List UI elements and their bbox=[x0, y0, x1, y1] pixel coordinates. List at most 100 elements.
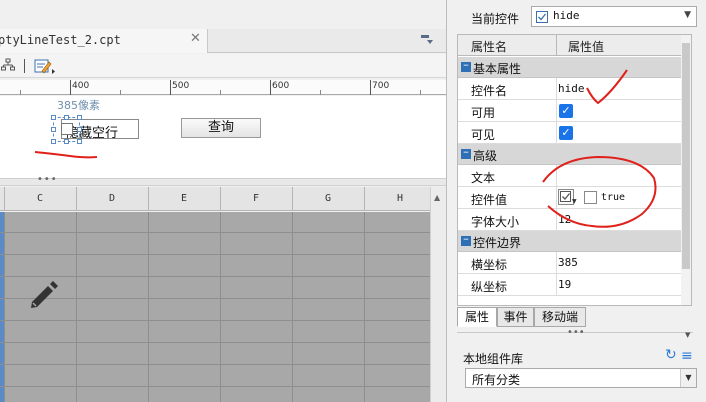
ruler-minor-tick bbox=[320, 90, 321, 95]
grip-icon: ••• bbox=[567, 327, 585, 338]
property-name: 可用 bbox=[471, 106, 496, 120]
grid-line bbox=[364, 212, 365, 402]
header-value: 属性值 bbox=[568, 40, 605, 54]
grid-line bbox=[0, 232, 430, 233]
collapse-icon[interactable]: − bbox=[461, 149, 471, 159]
form-canvas[interactable]: 385像素 隐藏空行 查询 bbox=[0, 96, 446, 178]
chevron-down-icon[interactable]: ▼ bbox=[680, 369, 696, 387]
grid-line bbox=[0, 364, 430, 365]
column-divider bbox=[556, 165, 557, 187]
column-header[interactable]: C bbox=[4, 193, 76, 204]
category-label: 控件边界 bbox=[473, 236, 522, 250]
chevron-down-icon[interactable]: ▼ bbox=[572, 198, 577, 205]
column-divider bbox=[556, 78, 557, 100]
column-header[interactable]: H bbox=[364, 193, 436, 204]
menu-icon[interactable]: ≡ bbox=[681, 348, 693, 364]
resize-handle[interactable] bbox=[51, 127, 56, 132]
property-row-font-size[interactable]: 字体大小 12 bbox=[458, 209, 691, 231]
resize-handle[interactable] bbox=[51, 115, 56, 120]
category-select[interactable]: 所有分类 ▼ bbox=[465, 368, 697, 388]
property-value[interactable]: 385 bbox=[558, 256, 578, 269]
ruler-tick bbox=[270, 80, 271, 95]
column-divider bbox=[556, 209, 557, 231]
collapse-icon[interactable]: − bbox=[461, 236, 471, 246]
column-divider bbox=[556, 274, 557, 296]
tab-properties[interactable]: 属性 bbox=[457, 307, 497, 327]
editor-toolbar bbox=[0, 54, 446, 78]
tab-list-icon[interactable] bbox=[420, 34, 434, 46]
category-bounds[interactable]: − 控件边界 bbox=[458, 231, 691, 252]
property-name: 文本 bbox=[471, 171, 496, 185]
panel-collapse-bar[interactable]: ••• ▼ bbox=[457, 327, 693, 342]
grid-line bbox=[0, 342, 430, 343]
collapse-caret-icon[interactable]: ▼ bbox=[685, 331, 690, 339]
scrollbar-thumb[interactable] bbox=[682, 43, 690, 269]
property-table-header: 属性名 属性值 bbox=[458, 35, 691, 56]
current-control-select[interactable]: hide ▼ bbox=[531, 6, 697, 27]
resize-handle[interactable] bbox=[77, 127, 82, 132]
property-row-x[interactable]: 横坐标 385 bbox=[458, 252, 691, 274]
property-table: 属性名 属性值 − 基本属性 控件名 hide 可用 ✓ 可见 ✓ − 高级 文… bbox=[457, 34, 692, 306]
resize-handle[interactable] bbox=[64, 139, 69, 144]
resize-handle[interactable] bbox=[77, 139, 82, 144]
property-value[interactable]: hide bbox=[558, 82, 585, 95]
column-header[interactable]: E bbox=[148, 193, 220, 204]
chevron-down-icon[interactable]: ▼ bbox=[684, 10, 691, 20]
property-row-enabled[interactable]: 可用 ✓ bbox=[458, 100, 691, 122]
tab-events[interactable]: 事件 bbox=[497, 307, 534, 327]
property-panel: 当前控件 hide ▼ 属性名 属性值 − 基本属性 控件名 hide 可用 ✓ bbox=[446, 0, 706, 402]
horizontal-ruler: 400 500 600 700 bbox=[0, 80, 446, 95]
grid-line bbox=[0, 386, 430, 387]
resize-handle[interactable] bbox=[51, 139, 56, 144]
property-row-text[interactable]: 文本 bbox=[458, 165, 691, 187]
ruler-minor-tick bbox=[120, 90, 121, 95]
hierarchy-icon[interactable] bbox=[1, 58, 15, 72]
resize-handle[interactable] bbox=[77, 115, 82, 120]
grid-line bbox=[0, 276, 430, 277]
property-name: 控件值 bbox=[471, 193, 508, 207]
checkbox-widget-icon bbox=[536, 11, 548, 23]
checkbox-type-icon bbox=[560, 191, 571, 202]
ruler-label: 400 bbox=[72, 81, 90, 91]
ruler-label: 600 bbox=[272, 81, 290, 91]
property-row-visible[interactable]: 可见 ✓ bbox=[458, 122, 691, 144]
category-basic[interactable]: − 基本属性 bbox=[458, 57, 691, 78]
ruler-minor-tick bbox=[420, 90, 421, 95]
header-name: 属性名 bbox=[471, 40, 508, 54]
file-tab[interactable]: ptyLineTest_2.cpt ✕ bbox=[0, 29, 208, 53]
property-scrollbar[interactable] bbox=[681, 35, 691, 305]
resize-handle[interactable] bbox=[64, 115, 69, 120]
close-icon[interactable]: ✕ bbox=[190, 31, 201, 46]
sheet-grid[interactable] bbox=[0, 212, 430, 402]
tab-mobile[interactable]: 移动端 bbox=[534, 307, 586, 327]
grid-scrollbar[interactable]: ▲ bbox=[430, 187, 446, 402]
pane-splitter[interactable]: ••• bbox=[0, 174, 446, 186]
control-value-checkbox[interactable] bbox=[584, 191, 597, 204]
scroll-up-icon[interactable]: ▲ bbox=[434, 193, 440, 202]
ruler-label: 500 bbox=[172, 81, 190, 91]
column-header[interactable]: F bbox=[220, 193, 292, 204]
edit-form-icon[interactable] bbox=[34, 58, 56, 74]
collapse-icon[interactable]: − bbox=[461, 62, 471, 72]
property-value[interactable]: 12 bbox=[558, 213, 571, 226]
column-divider bbox=[556, 100, 557, 122]
editor-tab-bar: ptyLineTest_2.cpt ✕ bbox=[0, 29, 446, 53]
property-row-control-name[interactable]: 控件名 hide bbox=[458, 78, 691, 100]
property-row-y[interactable]: 纵坐标 19 bbox=[458, 274, 691, 296]
refresh-icon[interactable]: ↻ bbox=[665, 347, 677, 363]
enabled-checkbox[interactable]: ✓ bbox=[559, 104, 573, 118]
grid-line bbox=[0, 320, 430, 321]
column-divider bbox=[556, 122, 557, 144]
checkbox-square[interactable] bbox=[61, 123, 73, 135]
splitter-grip-icon: ••• bbox=[37, 174, 58, 185]
column-header[interactable]: G bbox=[292, 193, 364, 204]
grid-line bbox=[220, 212, 221, 402]
query-button[interactable]: 查询 bbox=[181, 118, 261, 138]
ruler-tick bbox=[370, 80, 371, 95]
property-row-control-value[interactable]: 控件值 ▼ true bbox=[458, 187, 691, 209]
category-advanced[interactable]: − 高级 bbox=[458, 144, 691, 165]
property-value[interactable]: 19 bbox=[558, 278, 571, 291]
column-divider bbox=[556, 252, 557, 274]
column-header[interactable]: D bbox=[76, 193, 148, 204]
visible-checkbox[interactable]: ✓ bbox=[559, 126, 573, 140]
